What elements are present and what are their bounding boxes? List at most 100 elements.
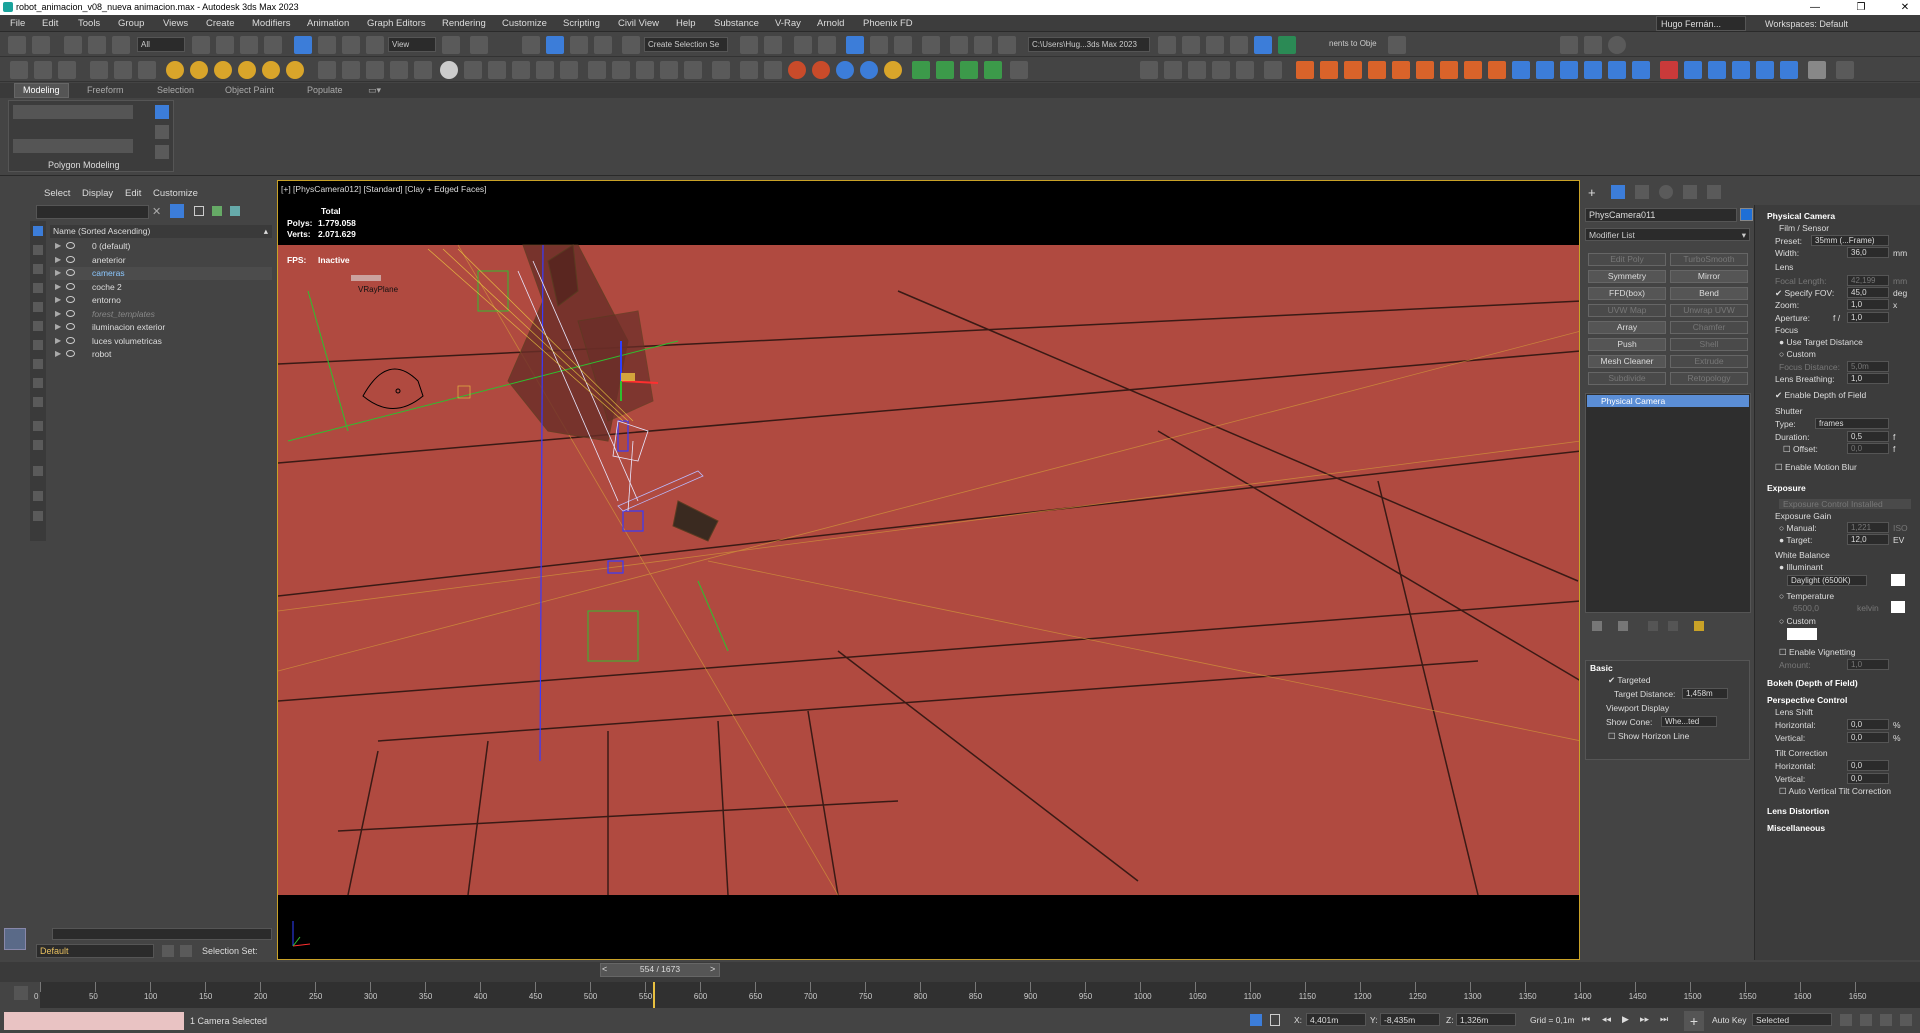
minimize-button[interactable]: — xyxy=(1800,0,1830,15)
target-spinner[interactable]: 12,0 xyxy=(1847,534,1889,545)
display-tab-icon[interactable] xyxy=(1683,185,1697,199)
fire-preset-icon[interactable] xyxy=(1296,61,1314,79)
explorer-hscrollbar[interactable] xyxy=(52,928,272,940)
arnold-ipr-icon[interactable] xyxy=(712,61,730,79)
motion-blur-checkbox[interactable]: ☐ Enable Motion Blur xyxy=(1775,462,1857,473)
expand-arrow-icon[interactable]: ▶ xyxy=(55,322,61,331)
explorer-menu-edit[interactable]: Edit xyxy=(125,188,141,199)
perspective-rollout-title[interactable]: Perspective Control xyxy=(1767,695,1847,705)
schematic-view-icon[interactable] xyxy=(894,36,912,54)
phoenix-preview-icon[interactable] xyxy=(960,61,978,79)
fov-spinner[interactable]: 45,0 xyxy=(1847,287,1889,298)
vray-ambient-icon[interactable] xyxy=(262,61,280,79)
vertical-spinner[interactable]: 0,0 xyxy=(1847,732,1889,743)
vray-ies-icon[interactable] xyxy=(238,61,256,79)
key-filters-icon[interactable] xyxy=(1840,1014,1852,1026)
vray-enmesh-icon[interactable] xyxy=(512,61,530,79)
add-layer-icon[interactable] xyxy=(212,206,222,216)
tab-selection[interactable]: Selection xyxy=(157,85,194,95)
tilt-vertical-spinner[interactable]: 0,0 xyxy=(1847,773,1889,784)
menu-graph-editors[interactable]: Graph Editors xyxy=(367,18,426,29)
miscellaneous-rollout-title[interactable]: Miscellaneous xyxy=(1767,823,1825,833)
unlink-icon[interactable] xyxy=(88,36,106,54)
phoenix-cache-icon[interactable] xyxy=(984,61,1002,79)
menu-help[interactable]: Help xyxy=(676,18,696,29)
explorer-layer-row[interactable]: ▶ coche 2 xyxy=(50,281,272,294)
check-icon[interactable] xyxy=(1278,36,1296,54)
menu-scripting[interactable]: Scripting xyxy=(563,18,600,29)
reference-coord-dropdown[interactable]: View xyxy=(388,37,436,52)
phoenix-liquid-icon[interactable] xyxy=(764,61,782,79)
snap-toggle-icon[interactable] xyxy=(522,36,540,54)
display-spacewarps-icon[interactable] xyxy=(33,340,43,350)
vray-dome-icon[interactable] xyxy=(214,61,232,79)
phoenix-resume-icon[interactable] xyxy=(936,61,954,79)
menu-modifiers[interactable]: Modifiers xyxy=(252,18,291,29)
phoenix-voxel-icon[interactable] xyxy=(1010,61,1028,79)
isolate-selection-icon[interactable] xyxy=(1250,1014,1262,1026)
display-bones-icon[interactable] xyxy=(33,397,43,407)
ribbon-options-icon[interactable]: ▭▾ xyxy=(368,85,381,96)
brush-icon[interactable] xyxy=(1388,36,1406,54)
target-distance-spinner[interactable]: 1,458m xyxy=(1682,688,1728,699)
menu-group[interactable]: Group xyxy=(118,18,144,29)
motion-tab-icon[interactable] xyxy=(1659,185,1673,199)
tab-modeling[interactable]: Modeling xyxy=(14,83,69,98)
explorer-search-input[interactable] xyxy=(36,205,149,219)
user-account-dropdown[interactable]: Hugo Fernán... xyxy=(1656,16,1746,31)
tilt-horizontal-spinner[interactable]: 0,0 xyxy=(1847,760,1889,771)
scale-icon[interactable] xyxy=(342,36,360,54)
modifier-button[interactable]: Mesh Cleaner xyxy=(1588,355,1666,368)
phoenix-help-icon[interactable] xyxy=(1684,61,1702,79)
manual-radio[interactable]: ○ Manual: xyxy=(1779,523,1817,533)
phoenix-stop-icon[interactable] xyxy=(1660,61,1678,79)
visibility-eye-icon[interactable] xyxy=(66,282,75,290)
modifier-button[interactable]: Push xyxy=(1588,338,1666,351)
link-icon[interactable] xyxy=(64,36,82,54)
mirror-icon[interactable] xyxy=(740,36,758,54)
explorer-menu-select[interactable]: Select xyxy=(44,188,70,199)
illuminant-swatch[interactable] xyxy=(1891,574,1905,586)
menu-arnold[interactable]: Arnold xyxy=(817,18,844,29)
ribbon-pin-icon[interactable] xyxy=(155,105,169,119)
viewport-label[interactable]: [+] [PhysCamera012] [Standard] [Clay + E… xyxy=(281,184,487,194)
phoenix-simulate-icon[interactable] xyxy=(912,61,930,79)
explorer-layer-row[interactable]: ▶ robot xyxy=(50,348,272,361)
modifier-button[interactable]: Edit Poly xyxy=(1588,253,1666,266)
menu-phoenix-fd[interactable]: Phoenix FD xyxy=(863,18,913,29)
vray-frame-buffer-icon[interactable] xyxy=(90,61,108,79)
set-key-icon[interactable]: + xyxy=(1684,1011,1704,1031)
splash-preset-icon[interactable] xyxy=(1584,61,1602,79)
faucet-preset-icon[interactable] xyxy=(1560,61,1578,79)
ribbon-toggle-icon[interactable] xyxy=(846,36,864,54)
menu-animation[interactable]: Animation xyxy=(307,18,349,29)
render-region-icon[interactable] xyxy=(58,61,76,79)
vray-plane-icon[interactable] xyxy=(366,61,384,79)
campfire-preset-icon[interactable] xyxy=(1416,61,1434,79)
focus-distance-spinner[interactable]: 5,0m xyxy=(1847,361,1889,372)
temperature-radio[interactable]: ○ Temperature xyxy=(1779,591,1834,601)
menu-edit[interactable]: Edit xyxy=(42,18,58,29)
viewport-config-icon[interactable] xyxy=(1230,36,1248,54)
rain-preset-icon[interactable] xyxy=(1608,61,1626,79)
focal-length-spinner[interactable]: 42,199 xyxy=(1847,275,1889,286)
prev-key-icon[interactable]: ◂◂ xyxy=(1602,1014,1611,1025)
key-filter-dropdown[interactable]: Selected xyxy=(1752,1013,1832,1026)
vray-vision-icon[interactable] xyxy=(560,61,578,79)
filter-icon[interactable] xyxy=(170,204,184,218)
explorer-menu-display[interactable]: Display xyxy=(82,188,113,199)
vray-render-icon[interactable] xyxy=(114,61,132,79)
exposure-installed-button[interactable]: Exposure Control Installed xyxy=(1779,499,1911,509)
vray-sphere-icon[interactable] xyxy=(390,61,408,79)
duration-spinner[interactable]: 0,5 xyxy=(1847,431,1889,442)
stop-icon[interactable] xyxy=(1188,61,1206,79)
object-color-swatch[interactable] xyxy=(1740,208,1753,221)
illuminant-dropdown[interactable]: Daylight (6500K) xyxy=(1787,575,1867,586)
targeted-checkbox[interactable]: ✔ Targeted xyxy=(1608,675,1650,686)
edit-named-sel-icon[interactable] xyxy=(622,36,640,54)
visibility-eye-icon[interactable] xyxy=(66,255,75,263)
open-explorer-icon[interactable] xyxy=(1182,36,1200,54)
display-helpers-icon[interactable] xyxy=(33,321,43,331)
arnold-icon[interactable] xyxy=(10,61,28,79)
ocean-preset-icon[interactable] xyxy=(1512,61,1530,79)
